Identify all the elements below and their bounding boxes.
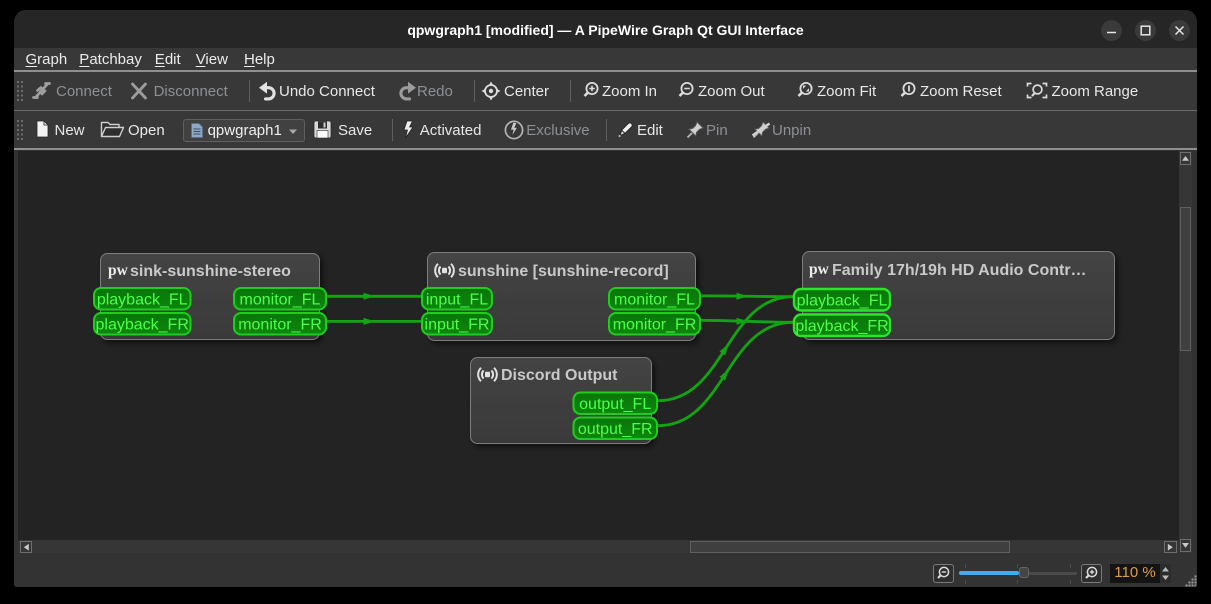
svg-text:playback_FR: playback_FR (96, 317, 189, 334)
svg-text:monitor_FR: monitor_FR (238, 317, 322, 334)
svg-text:input_FL: input_FL (426, 292, 488, 309)
svg-text:pw: pw (108, 262, 129, 279)
svg-text:input_FR: input_FR (425, 317, 490, 334)
svg-text:monitor_FL: monitor_FL (614, 292, 695, 309)
svg-text:output_FR: output_FR (578, 421, 653, 438)
svg-text:sink-sunshine-stereo: sink-sunshine-stereo (130, 263, 291, 280)
svg-text:monitor_FL: monitor_FL (240, 292, 321, 309)
svg-text:monitor_FR: monitor_FR (613, 317, 697, 334)
svg-text:Family 17h/19h HD Audio Contr…: Family 17h/19h HD Audio Contr… (832, 262, 1087, 279)
svg-text:Discord Output: Discord Output (501, 367, 618, 384)
svg-text:pw: pw (809, 261, 830, 278)
svg-text:output_FL: output_FL (579, 396, 651, 413)
svg-text:playback_FL: playback_FL (97, 292, 188, 309)
svg-text:playback_FR: playback_FR (795, 318, 888, 335)
svg-text:playback_FL: playback_FL (797, 293, 888, 310)
svg-text:sunshine [sunshine-record]: sunshine [sunshine-record] (458, 263, 669, 280)
